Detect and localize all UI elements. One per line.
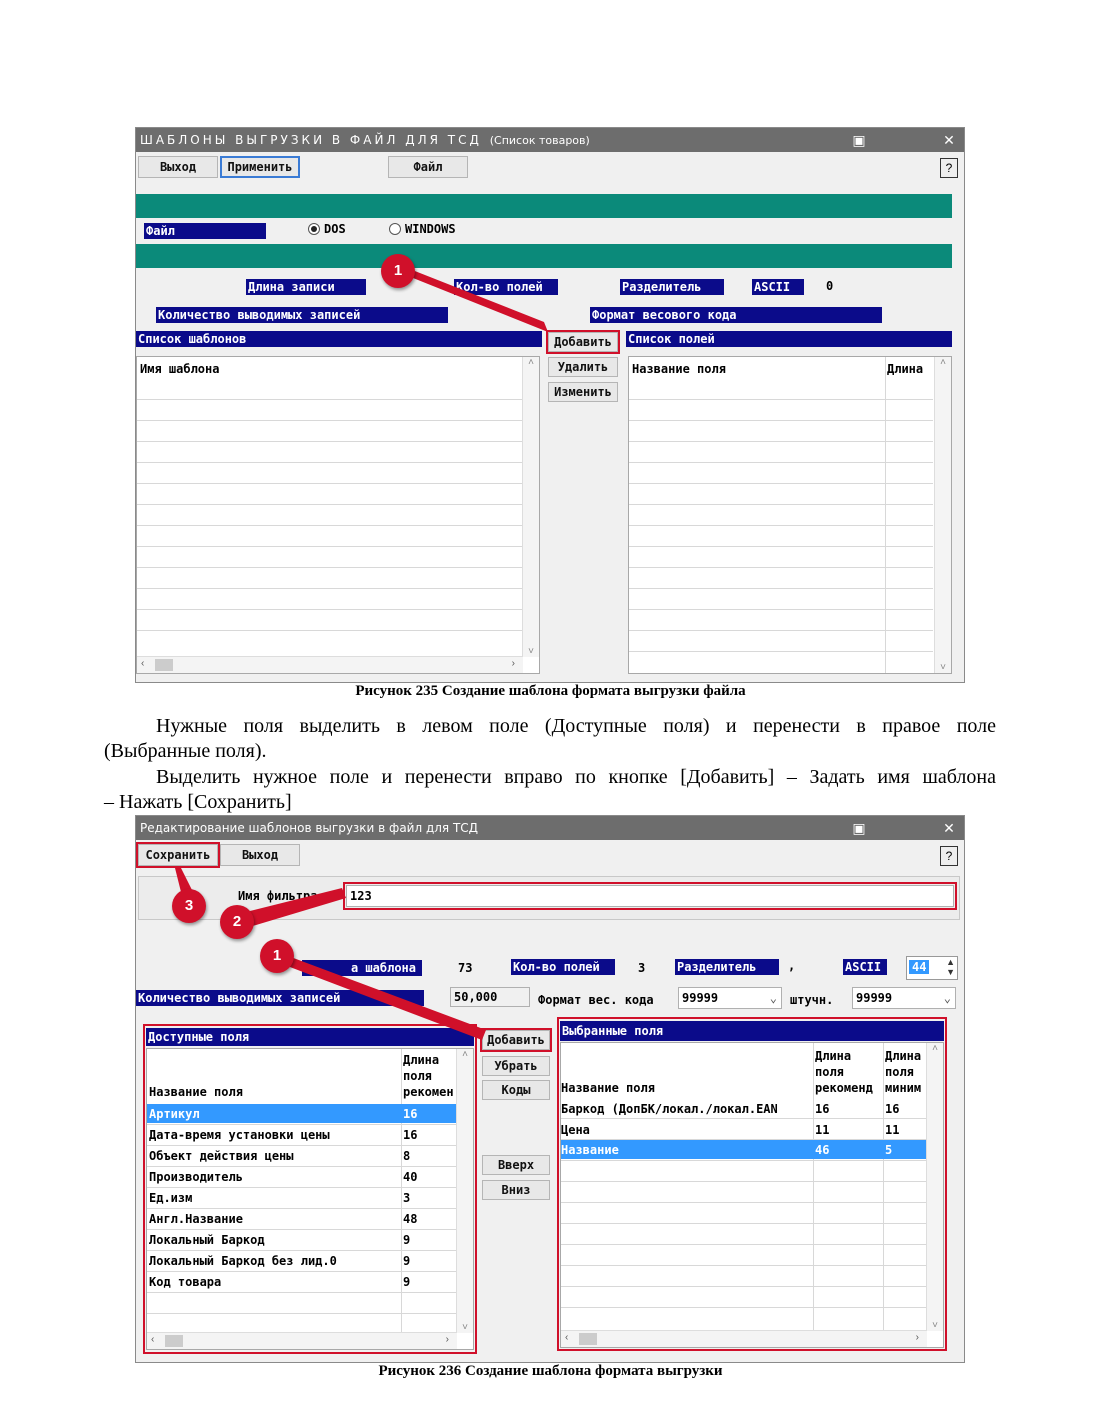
- callout-arrows-window2: [175, 866, 486, 1040]
- callout-3-badge: 3: [172, 889, 206, 923]
- callout-2-badge: 2: [220, 905, 254, 939]
- callout-1-badge: 1: [260, 939, 294, 973]
- figure-caption-236: Рисунок 236 Создание шаблона формата выг…: [378, 1363, 723, 1379]
